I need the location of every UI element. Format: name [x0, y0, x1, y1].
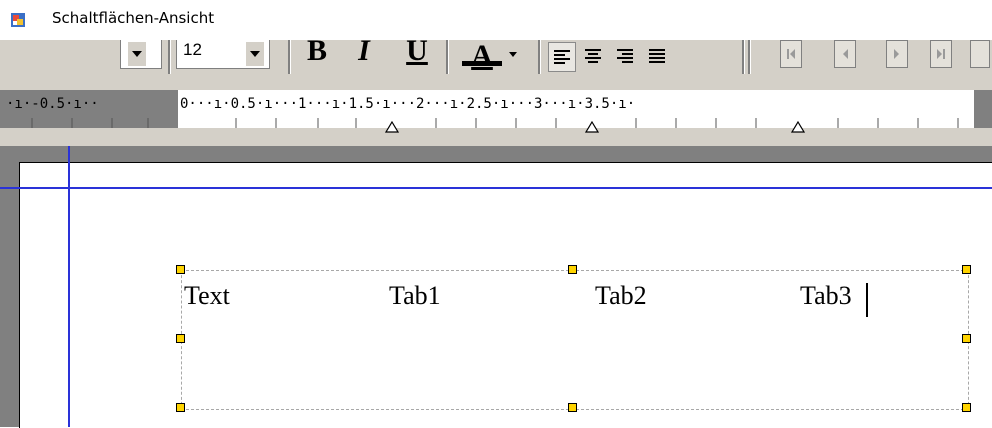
previous-record-icon — [843, 49, 848, 59]
tab-stop-marker[interactable] — [585, 121, 599, 133]
previous-record-button[interactable] — [834, 40, 856, 68]
frame-text-text: Text — [184, 281, 230, 310]
last-record-button[interactable] — [930, 40, 952, 68]
tab-stop-marker[interactable] — [791, 121, 805, 133]
vertical-guide-line — [68, 146, 70, 427]
resize-handle[interactable] — [962, 334, 971, 343]
horizontal-guide-line — [0, 187, 992, 189]
align-center-icon — [585, 49, 601, 63]
extra-toolbar-button[interactable] — [970, 40, 990, 68]
font-color-button[interactable]: A — [460, 40, 504, 72]
tab-stop-marker[interactable] — [385, 121, 399, 133]
ruler-labels: 0···ı·0.5·ı···1···ı·1.5·ı···2···ı·2.5·ı·… — [180, 96, 636, 112]
formatting-toolbar: 12 B I U A — [0, 40, 992, 76]
resize-handle[interactable] — [568, 265, 577, 274]
underline-button[interactable]: U — [402, 40, 432, 72]
justify-button[interactable] — [644, 42, 670, 70]
last-record-icon — [937, 49, 945, 59]
frame-text-tab2: Tab2 — [595, 281, 647, 310]
align-right-button[interactable] — [612, 42, 638, 70]
chevron-down-icon — [132, 51, 142, 57]
bold-button[interactable]: B — [300, 40, 334, 72]
align-left-button[interactable] — [548, 42, 576, 72]
toolbar-separator — [446, 40, 449, 74]
toolbar-separator — [538, 40, 541, 74]
next-record-button[interactable] — [886, 40, 908, 68]
resize-handle[interactable] — [568, 403, 577, 412]
italic-button[interactable]: I — [352, 40, 376, 72]
next-record-icon — [894, 49, 899, 59]
text-cursor — [866, 283, 868, 317]
font-color-swatch — [462, 61, 502, 66]
ruler-ticks — [31, 118, 959, 128]
toolbar-separator — [168, 40, 171, 74]
resize-handle[interactable] — [962, 265, 971, 274]
font-size-value: 12 — [183, 40, 202, 59]
app-document-icon — [10, 12, 26, 28]
frame-text-tab3: Tab3 — [800, 281, 852, 310]
underline-label: U — [406, 40, 428, 67]
font-color-dropdown-button[interactable] — [506, 42, 520, 66]
first-record-button[interactable] — [780, 40, 802, 68]
toolbar-separator — [288, 40, 291, 74]
frame-text-tab1: Tab1 — [389, 281, 441, 310]
ruler-left-margin-labels: ·ı·-0.5·ı·· — [6, 96, 99, 112]
italic-label: I — [358, 40, 370, 67]
align-center-button[interactable] — [580, 42, 606, 70]
resize-handle[interactable] — [176, 334, 185, 343]
resize-handle[interactable] — [176, 265, 185, 274]
toolbar-separator — [748, 40, 751, 74]
font-name-dropdown-button[interactable] — [128, 42, 146, 66]
resize-handle[interactable] — [176, 403, 185, 412]
window-title: Schaltflächen-Ansicht — [52, 9, 215, 27]
chevron-down-icon — [509, 51, 517, 57]
resize-handle[interactable] — [962, 403, 971, 412]
chevron-down-icon — [250, 51, 260, 57]
toolbar-separator — [742, 40, 745, 74]
font-size-dropdown-button[interactable] — [246, 42, 264, 66]
align-left-icon — [554, 50, 570, 64]
align-right-icon — [617, 49, 633, 63]
justify-icon — [649, 49, 665, 63]
first-record-icon — [787, 49, 795, 59]
bold-label: B — [306, 40, 327, 67]
